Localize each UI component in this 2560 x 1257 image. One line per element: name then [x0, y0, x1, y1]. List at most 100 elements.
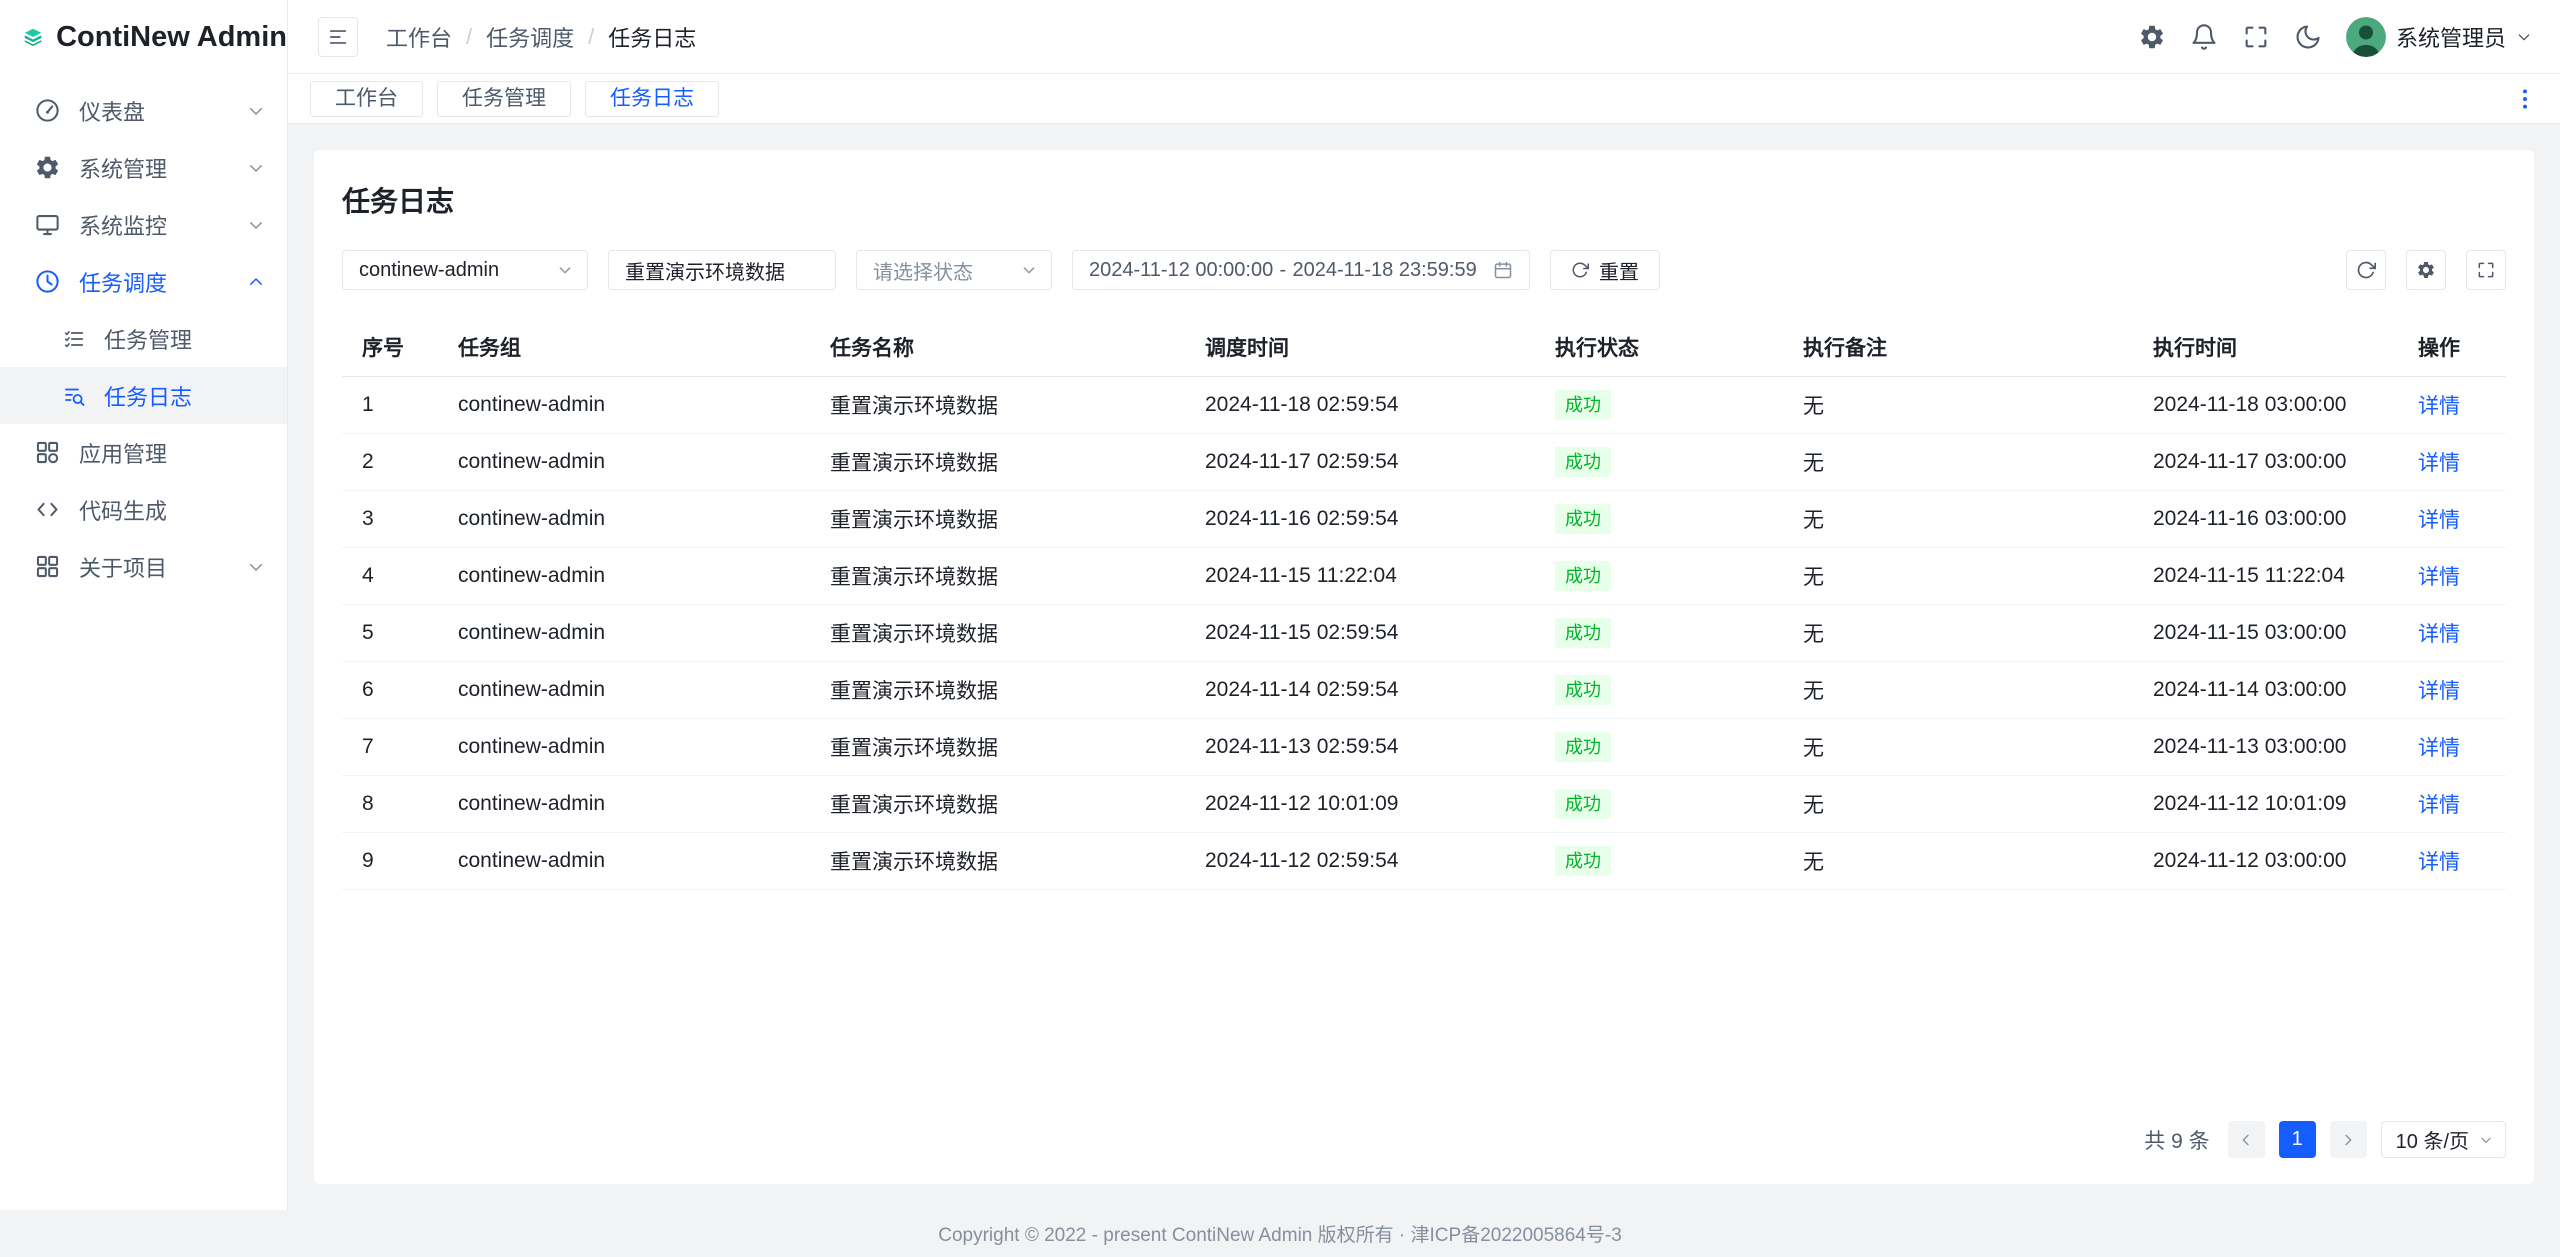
sidebar-item-system-management[interactable]: 系统管理 [0, 139, 287, 196]
sidebar-item-dashboard[interactable]: 仪表盘 [0, 82, 287, 139]
date-range-picker[interactable]: 2024-11-12 00:00:00 - 2024-11-18 23:59:5… [1072, 250, 1530, 290]
cell-schedule-time: 2024-11-13 02:59:54 [1189, 719, 1539, 776]
table-fullscreen-button[interactable] [2466, 250, 2506, 290]
cell-remark: 无 [1787, 605, 2137, 662]
page-size-select[interactable]: 10 条/页 [2381, 1121, 2506, 1158]
chevron-right-icon [2340, 1132, 2356, 1148]
column-settings-button[interactable] [2406, 250, 2446, 290]
chevron-down-icon [247, 102, 265, 120]
sidebar-item-task-log[interactable]: 任务日志 [0, 367, 287, 424]
detail-link[interactable]: 详情 [2418, 566, 2460, 589]
col-header-remark: 执行备注 [1787, 318, 2137, 377]
pagination-page-1[interactable]: 1 [2279, 1121, 2316, 1158]
breadcrumb-item[interactable]: 工作台 [386, 21, 452, 53]
cell-schedule-time: 2024-11-18 02:59:54 [1189, 377, 1539, 434]
notification-bell-icon[interactable] [2190, 23, 2218, 51]
detail-link[interactable]: 详情 [2418, 851, 2460, 874]
cell-exec-time: 2024-11-12 03:00:00 [2137, 833, 2387, 890]
table-row: 5 continew-admin 重置演示环境数据 2024-11-15 02:… [342, 605, 2506, 662]
tab-workbench[interactable]: 工作台 [310, 81, 423, 117]
cell-group: continew-admin [442, 605, 814, 662]
reset-button-label: 重置 [1599, 256, 1639, 285]
tab-more-icon[interactable] [2512, 86, 2538, 112]
pagination-prev-button[interactable] [2228, 1121, 2265, 1158]
avatar-image [2346, 17, 2386, 57]
cell-schedule-time: 2024-11-12 02:59:54 [1189, 833, 1539, 890]
cell-action: 详情 [2387, 377, 2506, 434]
cell-status: 成功 [1539, 776, 1787, 833]
task-group-select-value: continew-admin [359, 259, 499, 282]
grid-icon [34, 553, 61, 580]
sidebar-collapse-button[interactable] [318, 17, 358, 57]
menu-fold-icon [327, 26, 349, 48]
col-header-exec-time: 执行时间 [2137, 318, 2387, 377]
task-log-icon [62, 384, 86, 408]
tab-task-log[interactable]: 任务日志 [585, 81, 719, 117]
status-select[interactable]: 请选择状态 [856, 250, 1052, 290]
refresh-table-button[interactable] [2346, 250, 2386, 290]
breadcrumb-separator: / [466, 24, 472, 50]
sidebar-item-task-scheduling[interactable]: 任务调度 [0, 253, 287, 310]
sidebar-item-label: 关于项目 [79, 551, 229, 583]
sidebar-item-code-generation[interactable]: 代码生成 [0, 481, 287, 538]
calendar-icon [1493, 260, 1513, 280]
detail-link[interactable]: 详情 [2418, 737, 2460, 760]
cell-seq: 5 [342, 605, 442, 662]
breadcrumb-item[interactable]: 任务调度 [486, 21, 574, 53]
filter-bar: continew-admin 请选择状态 2024-11-12 00:00:00 [342, 250, 2506, 290]
cell-action: 详情 [2387, 776, 2506, 833]
cell-status: 成功 [1539, 491, 1787, 548]
cell-action: 详情 [2387, 434, 2506, 491]
detail-link[interactable]: 详情 [2418, 680, 2460, 703]
task-name-input[interactable] [625, 259, 819, 282]
col-header-status: 执行状态 [1539, 318, 1787, 377]
status-badge: 成功 [1555, 504, 1611, 534]
detail-link[interactable]: 详情 [2418, 509, 2460, 532]
sidebar-item-label: 系统管理 [79, 152, 229, 184]
status-badge: 成功 [1555, 561, 1611, 591]
detail-link[interactable]: 详情 [2418, 395, 2460, 418]
task-group-select[interactable]: continew-admin [342, 250, 588, 290]
cell-exec-time: 2024-11-18 03:00:00 [2137, 377, 2387, 434]
main-layout: ContiNew Admin 仪表盘 系统管理 系统监控 [0, 0, 2560, 1210]
col-header-actions: 操作 [2387, 318, 2506, 377]
sidebar-item-label: 系统监控 [79, 209, 229, 241]
right-column: 工作台 / 任务调度 / 任务日志 系统管理员 [288, 0, 2560, 1210]
sidebar-item-system-monitor[interactable]: 系统监控 [0, 196, 287, 253]
status-select-placeholder: 请选择状态 [873, 256, 973, 285]
detail-link[interactable]: 详情 [2418, 452, 2460, 475]
sidebar-item-task-management[interactable]: 任务管理 [0, 310, 287, 367]
cell-schedule-time: 2024-11-16 02:59:54 [1189, 491, 1539, 548]
pagination: 共 9 条 1 10 条/页 [342, 1095, 2506, 1158]
settings-icon[interactable] [2138, 23, 2166, 51]
cell-seq: 2 [342, 434, 442, 491]
cell-group: continew-admin [442, 491, 814, 548]
monitor-icon [34, 211, 61, 238]
cell-exec-time: 2024-11-15 11:22:04 [2137, 548, 2387, 605]
sidebar-item-app-management[interactable]: 应用管理 [0, 424, 287, 481]
chevron-down-icon [557, 262, 573, 278]
fullscreen-icon[interactable] [2242, 23, 2270, 51]
logo-icon [24, 16, 42, 58]
user-menu[interactable]: 系统管理员 [2346, 17, 2532, 57]
detail-link[interactable]: 详情 [2418, 623, 2460, 646]
chevron-down-icon [247, 216, 265, 234]
cell-group: continew-admin [442, 548, 814, 605]
cell-name: 重置演示环境数据 [814, 491, 1189, 548]
cell-remark: 无 [1787, 776, 2137, 833]
detail-link[interactable]: 详情 [2418, 794, 2460, 817]
apps-icon [34, 439, 61, 466]
cell-name: 重置演示环境数据 [814, 662, 1189, 719]
cell-name: 重置演示环境数据 [814, 833, 1189, 890]
cell-remark: 无 [1787, 434, 2137, 491]
tab-task-management[interactable]: 任务管理 [437, 81, 571, 117]
logo-text: ContiNew Admin [56, 21, 287, 54]
status-badge: 成功 [1555, 789, 1611, 819]
cell-seq: 6 [342, 662, 442, 719]
sidebar-item-about-project[interactable]: 关于项目 [0, 538, 287, 595]
cell-seq: 7 [342, 719, 442, 776]
reset-button[interactable]: 重置 [1550, 250, 1660, 290]
dark-mode-moon-icon[interactable] [2294, 23, 2322, 51]
pagination-next-button[interactable] [2330, 1121, 2367, 1158]
cell-status: 成功 [1539, 605, 1787, 662]
